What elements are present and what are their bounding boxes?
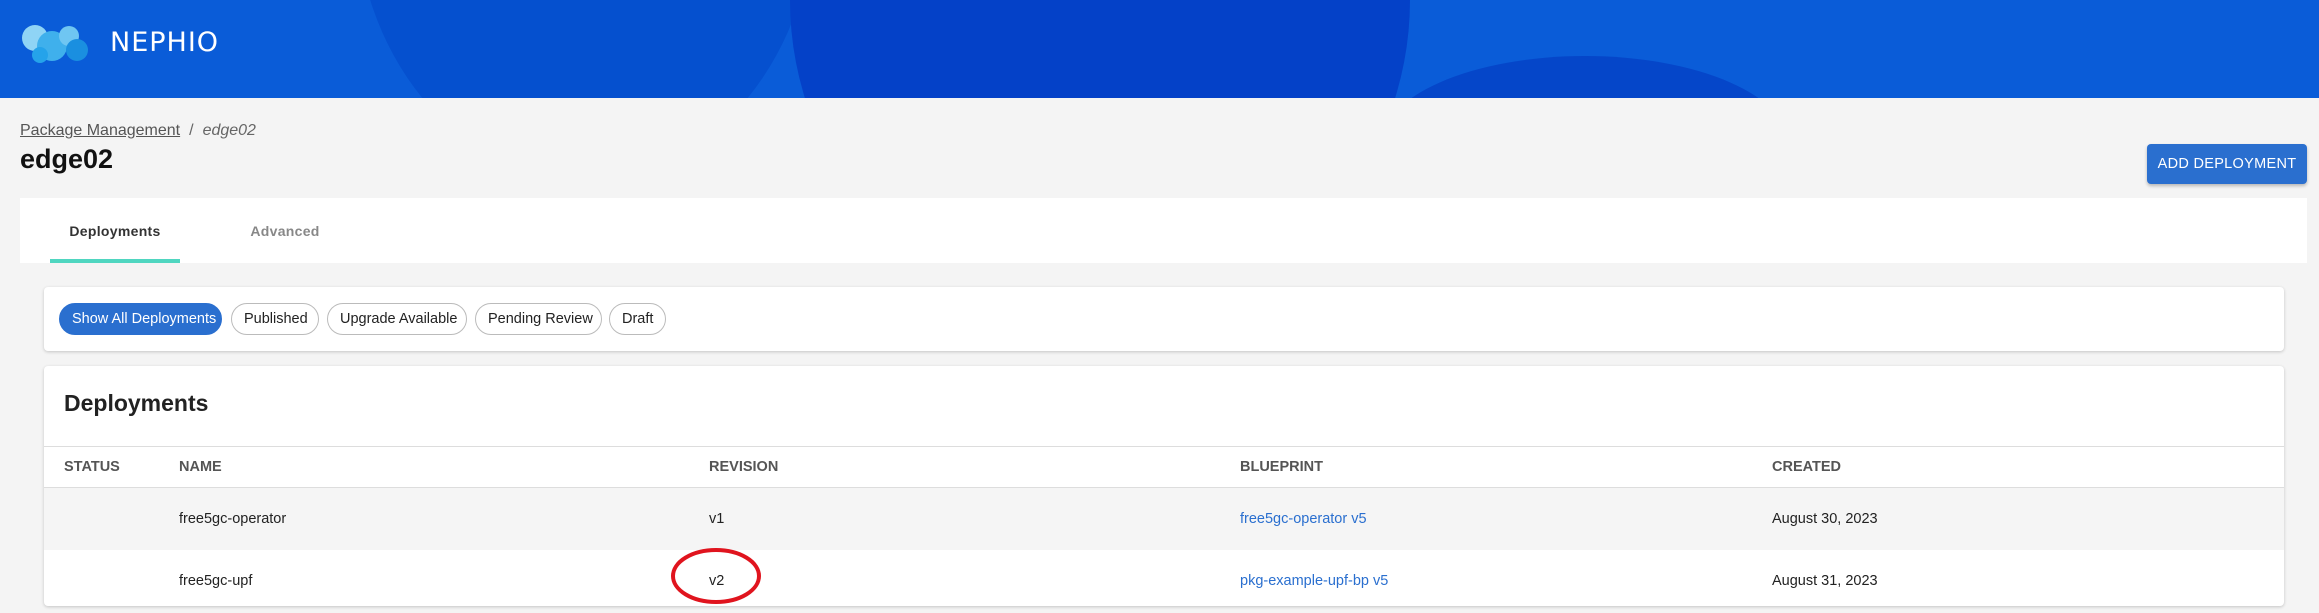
nephio-bubbles-logo-icon bbox=[22, 25, 88, 63]
header-decoration bbox=[355, 0, 815, 98]
column-header-created[interactable]: CREATED bbox=[1772, 447, 1841, 487]
logo-text: NEPHIO bbox=[110, 26, 220, 58]
header-decoration bbox=[1380, 56, 1790, 98]
header-decoration bbox=[790, 0, 1410, 98]
table-title: Deployments bbox=[64, 390, 209, 416]
table-header: STATUS NAME REVISION BLUEPRINT CREATED bbox=[44, 446, 2284, 488]
table-row[interactable]: free5gc-upf v2 pkg-example-upf-bp v5 Aug… bbox=[44, 550, 2284, 606]
app-header: NEPHIO bbox=[0, 0, 2319, 98]
filter-bar: Show All Deployments Published Upgrade A… bbox=[44, 287, 2284, 351]
tab-advanced[interactable]: Advanced bbox=[220, 198, 350, 263]
breadcrumb-current: edge02 bbox=[202, 122, 256, 139]
column-header-name[interactable]: NAME bbox=[179, 447, 222, 487]
breadcrumb-package-management[interactable]: Package Management bbox=[20, 122, 180, 140]
cell-revision: v2 bbox=[709, 573, 725, 589]
nephio-logo[interactable]: NEPHIO bbox=[18, 18, 219, 66]
filter-draft[interactable]: Draft bbox=[609, 303, 666, 335]
blueprint-link[interactable]: pkg-example-upf-bp v5 bbox=[1240, 550, 1388, 606]
column-header-status[interactable]: STATUS bbox=[64, 447, 120, 487]
cell-revision: v1 bbox=[709, 511, 725, 527]
breadcrumb: Package Management / edge02 bbox=[20, 122, 256, 140]
filter-upgrade-available[interactable]: Upgrade Available bbox=[327, 303, 467, 335]
cell-created: August 31, 2023 bbox=[1772, 573, 1878, 589]
cell-name: free5gc-upf bbox=[179, 573, 253, 589]
tab-bar: Deployments Advanced bbox=[20, 198, 2307, 263]
add-deployment-button[interactable]: ADD DEPLOYMENT bbox=[2147, 144, 2307, 184]
blueprint-link[interactable]: free5gc-operator v5 bbox=[1240, 488, 1367, 550]
column-header-blueprint[interactable]: BLUEPRINT bbox=[1240, 447, 1323, 487]
active-tab-indicator bbox=[50, 259, 180, 263]
table-row[interactable]: free5gc-operator v1 free5gc-operator v5 … bbox=[44, 488, 2284, 550]
cell-created: August 30, 2023 bbox=[1772, 511, 1878, 527]
filter-show-all-deployments[interactable]: Show All Deployments bbox=[59, 303, 222, 335]
deployments-table-card: Deployments STATUS NAME REVISION BLUEPRI… bbox=[44, 366, 2284, 606]
filter-published[interactable]: Published bbox=[231, 303, 319, 335]
tab-deployments[interactable]: Deployments bbox=[50, 198, 180, 263]
column-header-revision[interactable]: REVISION bbox=[709, 447, 778, 487]
filter-pending-review[interactable]: Pending Review bbox=[475, 303, 602, 335]
page-title: edge02 bbox=[20, 144, 114, 174]
breadcrumb-separator: / bbox=[189, 122, 194, 139]
cell-name: free5gc-operator bbox=[179, 511, 287, 527]
